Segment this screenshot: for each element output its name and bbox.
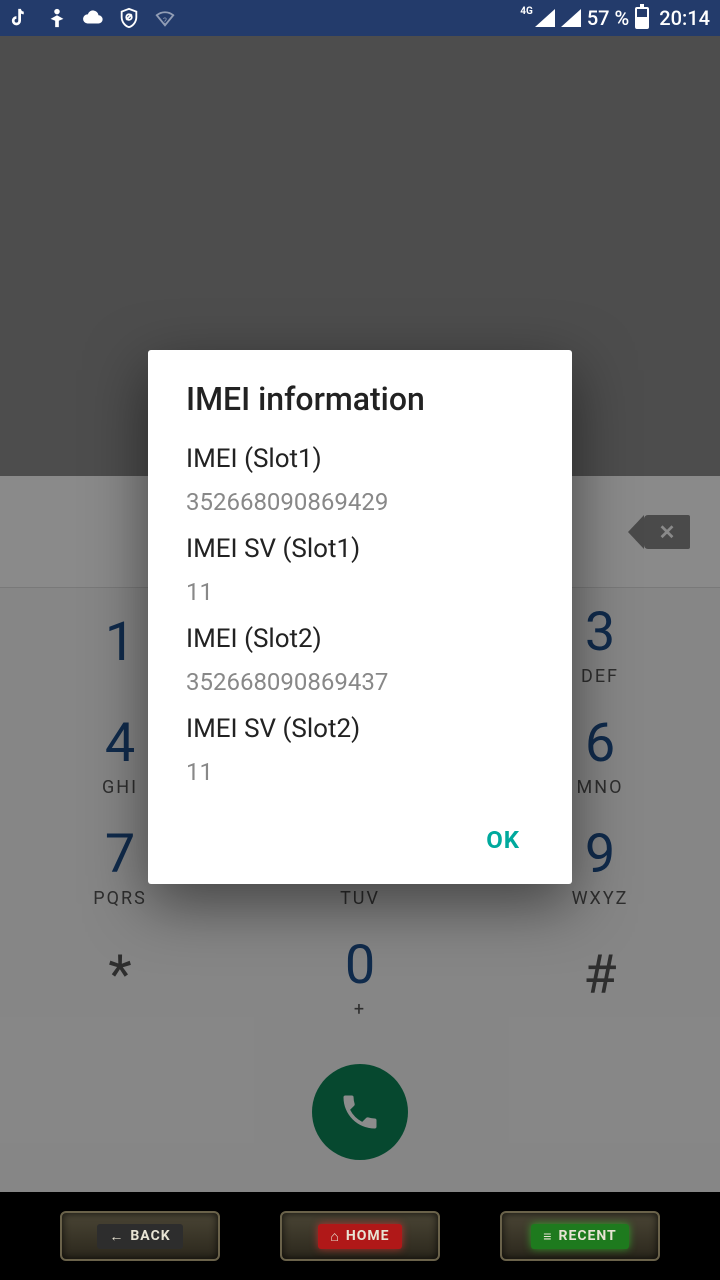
nav-back-button[interactable]: ← BACK <box>60 1211 220 1261</box>
clock: 20:14 <box>659 6 710 30</box>
recent-icon: ≡ <box>543 1228 552 1245</box>
navigation-bar: ← BACK ⌂ HOME ≡ RECENT <box>0 1192 720 1280</box>
home-icon: ⌂ <box>330 1228 339 1245</box>
svg-text:?: ? <box>163 17 167 27</box>
tiktok-icon <box>10 7 32 29</box>
cloud-icon <box>82 7 104 29</box>
arrow-left-icon: ← <box>109 1228 124 1245</box>
imei-slot1-label: IMEI (Slot1) <box>186 444 534 474</box>
imei-slot1-value: 352668090869429 <box>186 488 534 516</box>
status-bar: ? 4G 57 % 20:14 <box>0 0 720 36</box>
imei-sv-slot2-value: 11 <box>186 758 534 786</box>
status-right: 4G 57 % 20:14 <box>520 6 710 30</box>
signal-icon-1 <box>535 9 555 27</box>
battery-icon <box>635 7 649 29</box>
imei-slot2-label: IMEI (Slot2) <box>186 624 534 654</box>
nav-back-label: BACK <box>130 1228 170 1244</box>
nav-home-label: HOME <box>346 1228 390 1244</box>
nav-recent-button[interactable]: ≡ RECENT <box>500 1211 660 1261</box>
ok-button[interactable]: OK <box>472 816 534 864</box>
status-left: ? <box>10 7 176 29</box>
imei-dialog: IMEI information IMEI (Slot1) 3526680908… <box>148 350 572 884</box>
nav-recent-label: RECENT <box>558 1228 616 1244</box>
imei-sv-slot2-label: IMEI SV (Slot2) <box>186 714 534 744</box>
network-type-label: 4G <box>520 7 533 17</box>
person-icon <box>46 7 68 29</box>
battery-percent: 57 % <box>587 6 629 30</box>
dialog-title: IMEI information <box>186 380 534 418</box>
nav-home-button[interactable]: ⌂ HOME <box>280 1211 440 1261</box>
signal-icon-2 <box>561 9 581 27</box>
wifi-unknown-icon: ? <box>154 7 176 29</box>
imei-sv-slot1-value: 11 <box>186 578 534 606</box>
shield-icon <box>118 7 140 29</box>
imei-slot2-value: 352668090869437 <box>186 668 534 696</box>
imei-sv-slot1-label: IMEI SV (Slot1) <box>186 534 534 564</box>
